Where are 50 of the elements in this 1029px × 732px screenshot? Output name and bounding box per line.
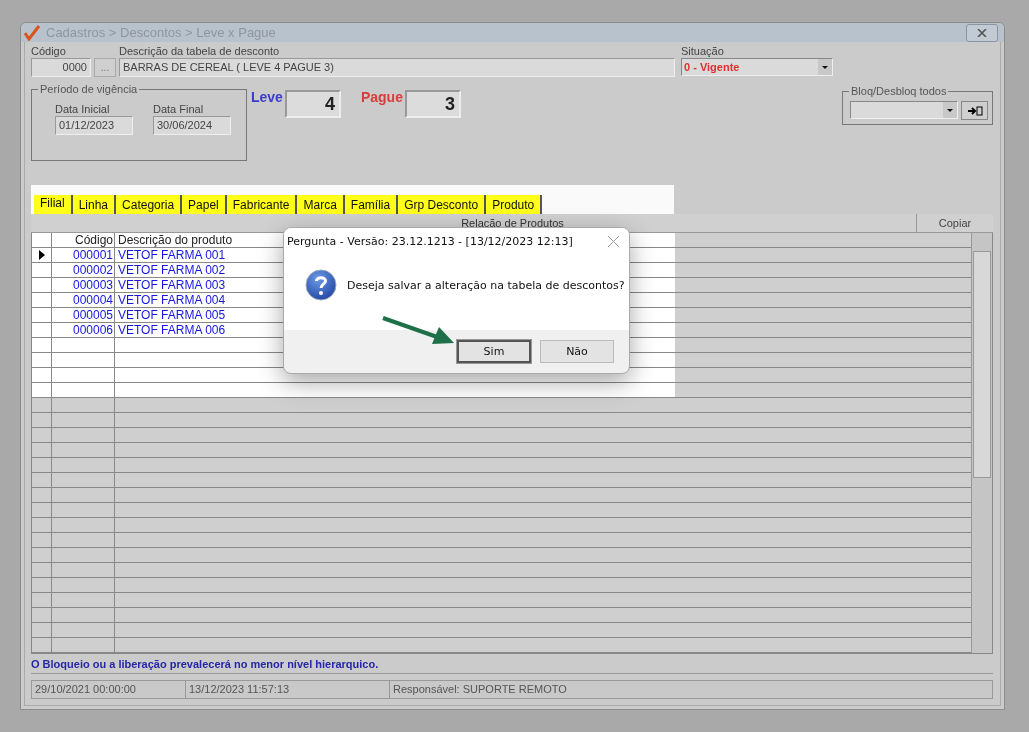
pointer-arrow [382, 316, 454, 346]
status-text: Responsável: SUPORTE REMOTO [392, 682, 568, 697]
description-field[interactable]: BARRAS DE CEREAL ( LEVE 4 PAGUE 3) [119, 58, 675, 77]
field-label: Código [31, 45, 67, 58]
table-cell: 000006 [72, 323, 113, 337]
field-label: Situação [681, 45, 725, 58]
arrow-into-box-icon [966, 105, 983, 116]
question-icon [305, 269, 337, 301]
dialog-title: Pergunta - Versão: 23.12.1213 - [13/12/2023 12:13] [287, 234, 573, 248]
table-cell: 000005 [72, 308, 113, 322]
hint-text: O Bloqueio ou a liberação prevalecerá no menor nível hierarquico. [31, 654, 993, 674]
apply-button[interactable] [961, 101, 988, 120]
table-cell: VETOF FARMA 005 [118, 308, 226, 322]
table-cell: 000001 [72, 248, 113, 262]
table-cell: VETOF FARMA 004 [118, 293, 226, 307]
table-cell: 000004 [72, 293, 113, 307]
scrollbar[interactable] [971, 233, 992, 653]
dialog-button[interactable]: Sim [457, 340, 531, 363]
close-icon[interactable] [608, 235, 619, 247]
dialog-message: Deseja salvar a alteração na tabela de descontos? [347, 278, 625, 292]
scroll-thumb[interactable] [973, 251, 991, 478]
status-text: 13/12/2023 11:57:13 [186, 681, 390, 698]
column-header: Descrição do produto [118, 233, 233, 247]
grid-title: Relação de Produtos [460, 217, 565, 229]
field-label: Descrição da tabela de desconto [119, 45, 281, 58]
field-label: Data Inicial [55, 103, 111, 116]
table-cell: VETOF FARMA 001 [118, 248, 226, 262]
date-field[interactable]: 30/06/2024 [153, 116, 231, 135]
close-button[interactable] [966, 23, 998, 42]
code-field[interactable]: 0000 [31, 58, 91, 77]
pay-label: Pague [360, 89, 403, 105]
column-header: Código [74, 233, 113, 247]
pay-quantity-field[interactable]: 3 [404, 90, 461, 118]
take-label: Leve [251, 89, 283, 105]
dialog-button[interactable]: Não [540, 340, 614, 363]
current-row-icon [38, 250, 45, 260]
field-label: Data Final [153, 103, 205, 116]
status-text: 29/10/2021 00:00:00 [32, 681, 186, 698]
table-cell: 000003 [72, 278, 113, 292]
check-logo-icon [24, 24, 40, 41]
table-cell: VETOF FARMA 006 [118, 323, 226, 337]
date-field[interactable]: 01/12/2023 [55, 116, 133, 135]
take-quantity-field[interactable]: 4 [284, 90, 341, 118]
tab[interactable]: Filial [33, 195, 73, 214]
table-cell: VETOF FARMA 002 [118, 263, 226, 277]
table-cell: VETOF FARMA 003 [118, 278, 226, 292]
table-cell: 000002 [72, 263, 113, 277]
group-legend: Período de vigência [38, 83, 140, 95]
close-icon [977, 28, 987, 37]
group-legend: Bloq/Desbloq todos [849, 85, 949, 97]
